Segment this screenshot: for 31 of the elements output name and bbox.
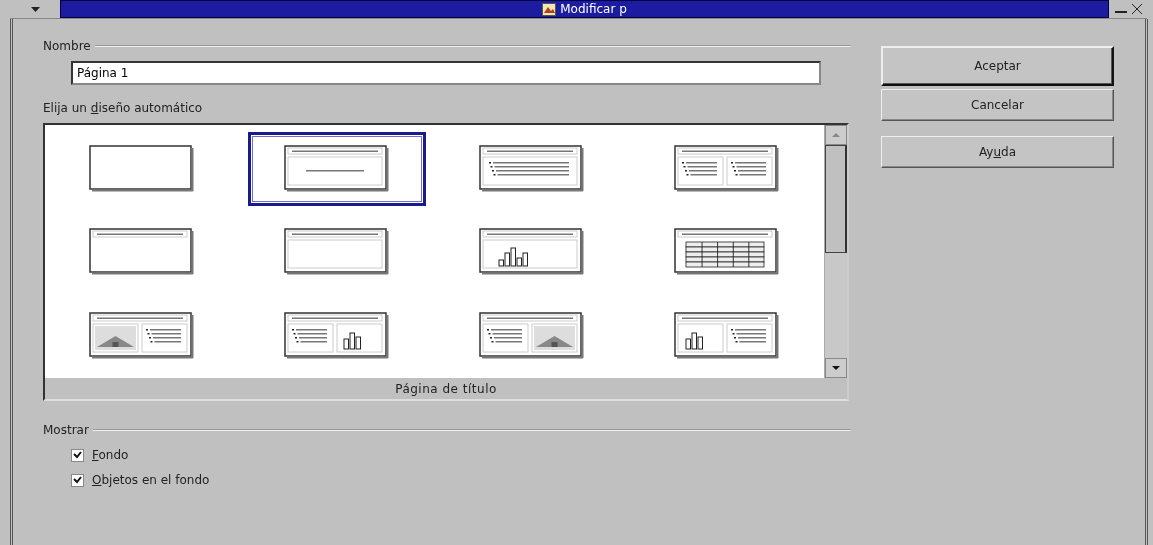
checkbox[interactable] [71,473,84,487]
slide-layout-icon [284,312,391,361]
slide-layout-icon [673,144,780,193]
app-icon [542,2,557,16]
slide-layout-icon [673,228,780,277]
slide-layout-icon [673,312,780,361]
group-label: Mostrar [43,423,89,437]
window-title: Modificar p [560,2,627,16]
field-label: Elija un diseño automático [43,101,203,115]
checkbox[interactable] [71,448,84,462]
scroll-down-icon[interactable] [832,366,840,370]
slide-layout-icon [478,228,585,277]
dialog-button[interactable]: Cancelar [881,89,1114,121]
checkbox-label[interactable]: Fondo [92,448,129,462]
layout-option[interactable] [248,131,427,206]
slide-layout-icon [89,312,196,361]
dropdown-icon[interactable] [30,6,40,12]
slide-layout-icon [89,228,196,277]
close-icon[interactable] [1131,3,1143,15]
slide-layout-icon [478,312,585,361]
dialog-button[interactable]: Ayuda [881,136,1114,168]
slide-layout-icon [284,144,391,193]
group-label: Nombre [43,39,91,53]
name-field[interactable]: Página 1 [71,61,821,85]
slide-layout-icon [284,228,391,277]
dialog-button[interactable]: Aceptar [881,46,1114,86]
checkbox-label[interactable]: Objetos en el fondo [92,473,210,487]
slide-layout-icon [89,144,196,193]
scrollbar[interactable] [824,125,847,378]
slide-layout-icon [478,144,585,193]
layout-caption: Página de título [395,381,497,396]
